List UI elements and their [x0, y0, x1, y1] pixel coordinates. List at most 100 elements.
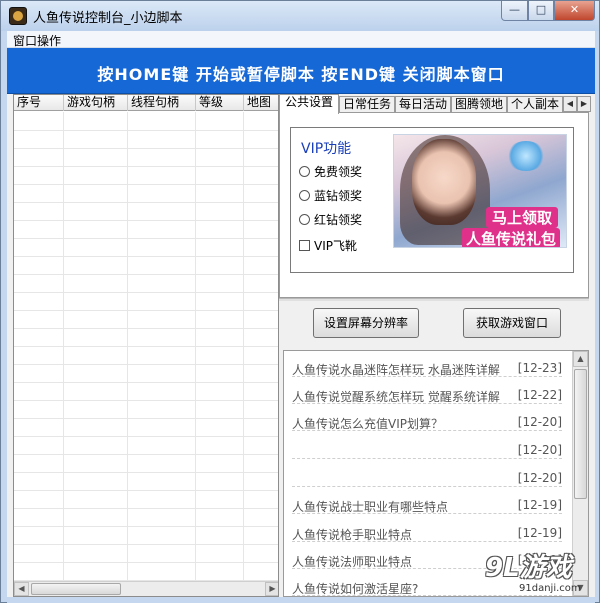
news-title[interactable]: 人鱼传说枪手职业特点	[292, 526, 412, 543]
news-date: [12-20]	[517, 415, 562, 429]
ad-character-face	[412, 139, 476, 225]
news-title[interactable]: 人鱼传说战士职业有哪些特点	[292, 498, 448, 515]
column-header-map[interactable]: 地图	[244, 95, 278, 111]
grid-row-line	[14, 220, 278, 221]
menu-bar: 窗口操作	[7, 31, 595, 48]
tab-daily-events[interactable]: 每日活动	[395, 96, 451, 113]
news-date: [12-19]	[517, 498, 562, 512]
vip-title: VIP功能	[301, 141, 352, 157]
news-item[interactable]: [12-20]	[292, 439, 562, 459]
radio-red-diamond[interactable]: 红钻领奖	[299, 211, 362, 228]
news-item[interactable]: [12-20]	[292, 467, 562, 487]
news-date: [12-22]	[517, 388, 562, 402]
news-item[interactable]: 人鱼传说枪手职业特点 [12-19]	[292, 522, 562, 542]
scroll-right-icon[interactable]: ▶	[265, 582, 278, 596]
tab-totem-territory[interactable]: 图腾领地	[451, 96, 507, 113]
radio-free-reward[interactable]: 免费领奖	[299, 163, 362, 180]
column-header-level[interactable]: 等级	[196, 95, 244, 111]
grid-row-line	[14, 130, 278, 131]
tab-scroll-right-icon[interactable]: ▶	[577, 96, 591, 112]
grid-column-line	[195, 112, 196, 582]
checkbox-vip-boots[interactable]: VIP飞靴	[299, 237, 357, 254]
checkbox-icon[interactable]	[299, 240, 310, 251]
set-resolution-button[interactable]: 设置屏幕分辨率	[313, 308, 419, 338]
news-title[interactable]: 人鱼传说如何激活星座?	[292, 580, 418, 596]
radio-icon[interactable]	[299, 166, 310, 177]
ad-ornament	[506, 141, 546, 171]
scroll-up-icon[interactable]: ▲	[573, 351, 588, 367]
radio-icon[interactable]	[299, 190, 310, 201]
column-header-index[interactable]: 序号	[14, 95, 64, 111]
scroll-left-icon[interactable]: ◀	[14, 582, 29, 596]
news-item[interactable]: 人鱼传说战士职业有哪些特点 [12-19]	[292, 494, 562, 514]
minimize-button[interactable]: —	[501, 1, 528, 21]
grid-row-line	[14, 400, 278, 401]
grid-row-line	[14, 166, 278, 167]
column-header-game-handle[interactable]: 游戏句柄	[64, 95, 128, 111]
grid-row-line	[14, 544, 278, 545]
watermark-logo: 9L游戏	[485, 553, 572, 583]
horizontal-scrollbar[interactable]: ◀ ▶	[14, 581, 278, 596]
grid-row-line	[14, 148, 278, 149]
menu-item-window-ops[interactable]: 窗口操作	[13, 32, 61, 49]
gift-pack-ad-banner[interactable]: 马上领取 人鱼传说礼包	[393, 134, 567, 248]
main-content: 序号 游戏句柄 线程句柄 等级 地图 ◀ ▶ 公共设置 日常任务 每日活动 图腾…	[7, 94, 595, 597]
news-item[interactable]: 人鱼传说怎么充值VIP划算？ [12-20]	[292, 411, 562, 431]
app-window: 人鱼传说控制台_小边脚本 — □ ✕ 窗口操作 按HOME键 开始或暂停脚本 按…	[0, 0, 600, 603]
radio-label: 蓝钻领奖	[314, 189, 363, 203]
grid-row-line	[14, 256, 278, 257]
grid-row-line	[14, 202, 278, 203]
tab-scroll-left-icon[interactable]: ◀	[563, 96, 577, 112]
grid-header: 序号 游戏句柄 线程句柄 等级 地图	[14, 95, 278, 111]
grid-row-line	[14, 274, 278, 275]
grid-row-line	[14, 328, 278, 329]
vip-groupbox: VIP功能 免费领奖 蓝钻领奖 红钻领奖 VIP飞靴 马上领取 人鱼传说礼包	[290, 127, 574, 273]
grid-row-line	[14, 418, 278, 419]
watermark-url: 91danji.com	[519, 583, 581, 594]
grid-row-line	[14, 238, 278, 239]
banner-text: 按HOME键 开始或暂停脚本 按END键 关闭脚本窗口	[97, 65, 505, 84]
grid-column-line	[243, 112, 244, 582]
news-title[interactable]: 人鱼传说怎么充值VIP划算？	[292, 415, 443, 432]
tab-personal-dungeon[interactable]: 个人副本	[507, 96, 563, 113]
radio-label: 红钻领奖	[314, 213, 363, 227]
site-watermark: 9L游戏 91danji.com	[485, 547, 595, 599]
radio-icon[interactable]	[299, 214, 310, 225]
news-title[interactable]: 人鱼传说法师职业特点	[292, 553, 412, 570]
ad-subline: 人鱼传说礼包	[461, 228, 560, 247]
client-list-grid[interactable]: 序号 游戏句柄 线程句柄 等级 地图 ◀ ▶	[13, 94, 279, 597]
tab-public-settings[interactable]: 公共设置	[279, 94, 339, 114]
tab-strip: 公共设置 日常任务 每日活动 图腾领地 个人副本 ◀ ▶	[279, 94, 591, 114]
grid-row-line	[14, 382, 278, 383]
window-title: 人鱼传说控制台_小边脚本	[33, 11, 183, 26]
close-button[interactable]: ✕	[554, 1, 595, 21]
grid-row-line	[14, 508, 278, 509]
maximize-button[interactable]: □	[528, 1, 554, 21]
title-bar[interactable]: 人鱼传说控制台_小边脚本 — □ ✕	[1, 1, 599, 31]
grid-row-line	[14, 436, 278, 437]
news-date: [12-19]	[517, 526, 562, 540]
hotkey-banner: 按HOME键 开始或暂停脚本 按END键 关闭脚本窗口	[7, 48, 595, 94]
grid-row-line	[14, 292, 278, 293]
grid-row-line	[14, 526, 278, 527]
grid-body	[14, 112, 278, 582]
scrollbar-thumb[interactable]	[574, 369, 587, 499]
radio-blue-diamond[interactable]: 蓝钻领奖	[299, 187, 362, 204]
panel-splitter[interactable]	[279, 298, 589, 301]
grid-row-line	[14, 364, 278, 365]
news-item[interactable]: 人鱼传说觉醒系统怎样玩 觉醒系统详解 [12-22]	[292, 384, 562, 404]
grid-column-line	[127, 112, 128, 582]
grid-row-line	[14, 490, 278, 491]
news-date: [12-20]	[517, 471, 562, 485]
news-title[interactable]: 人鱼传说水晶迷阵怎样玩 水晶迷阵详解	[292, 361, 500, 378]
news-item[interactable]: 人鱼传说水晶迷阵怎样玩 水晶迷阵详解 [12-23]	[292, 357, 562, 377]
scrollbar-thumb[interactable]	[31, 583, 121, 595]
radio-label: 免费领奖	[314, 165, 363, 179]
grid-row-line	[14, 184, 278, 185]
news-date: [12-23]	[517, 361, 562, 375]
column-header-thread-handle[interactable]: 线程句柄	[128, 95, 196, 111]
news-title[interactable]: 人鱼传说觉醒系统怎样玩 觉醒系统详解	[292, 388, 500, 405]
get-game-window-button[interactable]: 获取游戏窗口	[463, 308, 561, 338]
app-icon	[9, 7, 27, 25]
tab-daily-tasks[interactable]: 日常任务	[339, 96, 395, 113]
